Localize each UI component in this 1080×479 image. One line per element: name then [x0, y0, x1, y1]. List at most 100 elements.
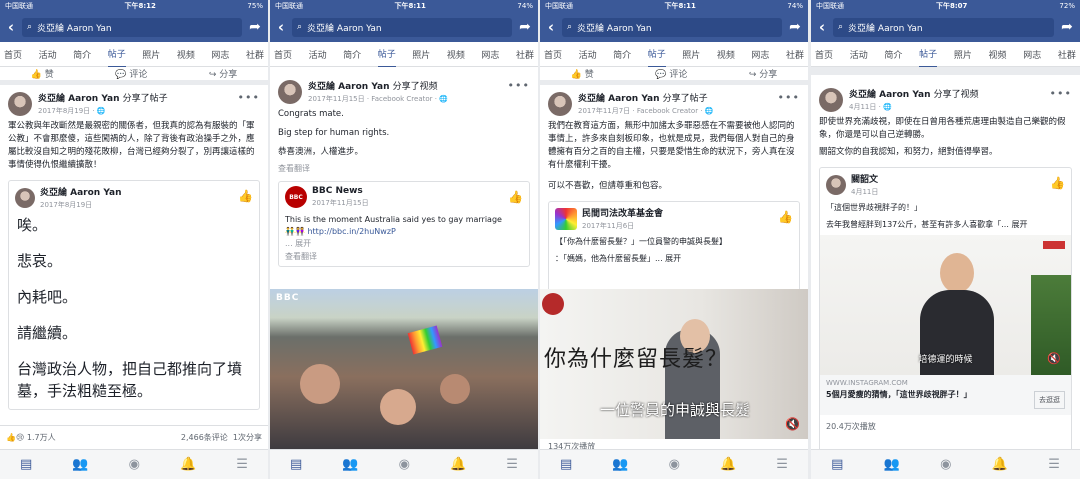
tab-events[interactable]: 活动 [39, 42, 57, 67]
tab-posts[interactable]: 帖子 [377, 41, 396, 68]
tab-notes[interactable]: 网志 [211, 42, 229, 67]
like-button[interactable]: 👍 赞 [571, 67, 594, 80]
search-bar[interactable]: ⌕ 炎亞綸 Aaron Yan [22, 17, 242, 37]
tab-photos[interactable]: 照片 [412, 42, 430, 67]
tab-home[interactable]: 首页 [544, 42, 562, 67]
friends-icon[interactable]: 👥 [612, 457, 628, 472]
thumbs-up-icon[interactable]: 👍 [508, 190, 523, 204]
tab-community[interactable]: 社群 [786, 42, 804, 67]
tab-notes[interactable]: 网志 [481, 42, 499, 67]
comment-button[interactable]: 💬 评论 [655, 67, 687, 80]
tab-videos[interactable]: 视频 [177, 42, 195, 67]
tab-community[interactable]: 社群 [246, 42, 264, 67]
mute-icon[interactable]: 🔇 [785, 417, 800, 431]
search-bar[interactable]: ⌕ 炎亞綸 Aaron Yan [562, 17, 782, 37]
tab-videos[interactable]: 视频 [717, 42, 735, 67]
comment-count[interactable]: 2,466条评论 [181, 433, 228, 442]
share-icon[interactable]: ➦ [1059, 19, 1075, 35]
tab-home[interactable]: 首页 [274, 42, 292, 67]
back-icon[interactable]: ‹ [545, 18, 557, 36]
news-feed-icon[interactable]: ▤ [560, 457, 572, 472]
profile-icon[interactable]: ◉ [399, 457, 410, 472]
see-translation-link[interactable]: 查看翻译 [285, 251, 523, 262]
tab-notes[interactable]: 网志 [751, 42, 769, 67]
shared-post[interactable]: 民間司法改革基金會 2017年11月6日 👍 【「你為什麼留長髮？」一位員警的申… [548, 201, 800, 296]
share-icon[interactable]: ➦ [787, 19, 803, 35]
tab-events[interactable]: 活动 [850, 42, 868, 67]
video-thumbnail[interactable]: 培德運的時候 🔇 [820, 235, 1071, 375]
tab-events[interactable]: 活动 [579, 42, 597, 67]
tab-photos[interactable]: 照片 [142, 42, 160, 67]
more-options-icon[interactable]: ••• [1050, 87, 1072, 100]
comment-button[interactable]: 💬 评论 [115, 67, 147, 80]
shared-post[interactable]: BBC BBC News 2017年11月15日 👍 This is the m… [278, 181, 530, 267]
share-icon[interactable]: ➦ [247, 19, 263, 35]
profile-icon[interactable]: ◉ [129, 457, 140, 472]
avatar[interactable] [8, 91, 32, 116]
tab-about[interactable]: 简介 [73, 42, 91, 67]
shared-author[interactable]: BBC News [312, 186, 369, 196]
tab-videos[interactable]: 视频 [989, 42, 1007, 67]
tab-videos[interactable]: 视频 [447, 42, 465, 67]
shared-link[interactable]: http://bbc.in/2huNwzP [307, 227, 395, 236]
more-options-icon[interactable]: ••• [238, 91, 260, 104]
shared-author[interactable]: 炎亞綸 Aaron Yan [40, 185, 122, 198]
friends-icon[interactable]: 👥 [72, 457, 88, 472]
mute-icon[interactable]: 🔇 [1047, 352, 1061, 365]
share-icon[interactable]: ➦ [517, 19, 533, 35]
tab-community[interactable]: 社群 [516, 42, 534, 67]
tab-photos[interactable]: 照片 [954, 42, 972, 67]
shared-author[interactable]: 民間司法改革基金會 [582, 206, 663, 219]
back-icon[interactable]: ‹ [816, 18, 828, 36]
more-options-icon[interactable]: ••• [508, 79, 530, 92]
tab-community[interactable]: 社群 [1058, 42, 1076, 67]
shared-post[interactable]: 關韶文 4月11日 👍 「這個世界歧視胖子的！」 去年我曾經胖到137公斤，甚至… [819, 167, 1072, 449]
share-button[interactable]: ↪ 分享 [209, 67, 237, 80]
friends-icon[interactable]: 👥 [342, 457, 358, 472]
expand-link[interactable]: ... 展开 [285, 238, 523, 249]
tab-about[interactable]: 简介 [613, 42, 631, 67]
shared-author[interactable]: 關韶文 [851, 172, 878, 185]
menu-icon[interactable]: ☰ [776, 457, 788, 472]
menu-icon[interactable]: ☰ [506, 457, 518, 472]
share-count[interactable]: 1次分享 [233, 433, 262, 442]
notifications-icon[interactable]: 🔔 [180, 457, 196, 472]
search-bar[interactable]: ⌕ 炎亞綸 Aaron Yan [833, 17, 1054, 37]
news-feed-icon[interactable]: ▤ [20, 457, 32, 472]
search-bar[interactable]: ⌕ 炎亞綸 Aaron Yan [292, 17, 512, 37]
video-thumbnail[interactable]: BBC [270, 289, 538, 449]
notifications-icon[interactable]: 🔔 [992, 457, 1008, 472]
tab-about[interactable]: 简介 [343, 42, 361, 67]
menu-icon[interactable]: ☰ [236, 457, 248, 472]
more-options-icon[interactable]: ••• [778, 91, 800, 104]
see-translation-link[interactable]: 查看翻译 [270, 163, 538, 177]
back-icon[interactable]: ‹ [275, 18, 287, 36]
thumbs-up-icon[interactable]: 👍 [238, 189, 253, 203]
share-button[interactable]: ↪ 分享 [749, 67, 777, 80]
tab-home[interactable]: 首页 [815, 42, 833, 67]
notifications-icon[interactable]: 🔔 [450, 457, 466, 472]
avatar[interactable] [819, 87, 843, 112]
tab-events[interactable]: 活动 [309, 42, 327, 67]
profile-icon[interactable]: ◉ [940, 457, 951, 472]
author-name[interactable]: 炎亞綸 Aaron Yan [38, 94, 120, 104]
back-icon[interactable]: ‹ [5, 18, 17, 36]
visit-button[interactable]: 去逛逛 [1034, 391, 1065, 409]
tab-photos[interactable]: 照片 [682, 42, 700, 67]
video-thumbnail[interactable]: 你為什麼留長髮？ 一位警員的申誠與長髮 🔇 [540, 289, 808, 439]
tab-home[interactable]: 首页 [4, 42, 22, 67]
author-name[interactable]: 炎亞綸 Aaron Yan [849, 90, 931, 100]
avatar[interactable] [548, 91, 572, 116]
reaction-count[interactable]: 👍😢 1.7万人 [6, 432, 56, 443]
tab-notes[interactable]: 网志 [1023, 42, 1041, 67]
shared-post[interactable]: 炎亞綸 Aaron Yan 2017年8月19日 👍 唉。 悲哀。 內耗吧。 請… [8, 180, 260, 410]
tab-posts[interactable]: 帖子 [919, 41, 938, 68]
news-feed-icon[interactable]: ▤ [290, 457, 302, 472]
tab-posts[interactable]: 帖子 [647, 41, 666, 68]
profile-icon[interactable]: ◉ [669, 457, 680, 472]
like-button[interactable]: 👍 赞 [31, 67, 54, 80]
menu-icon[interactable]: ☰ [1048, 457, 1060, 472]
author-name[interactable]: 炎亞綸 Aaron Yan [578, 94, 660, 104]
friends-icon[interactable]: 👥 [884, 457, 900, 472]
notifications-icon[interactable]: 🔔 [720, 457, 736, 472]
